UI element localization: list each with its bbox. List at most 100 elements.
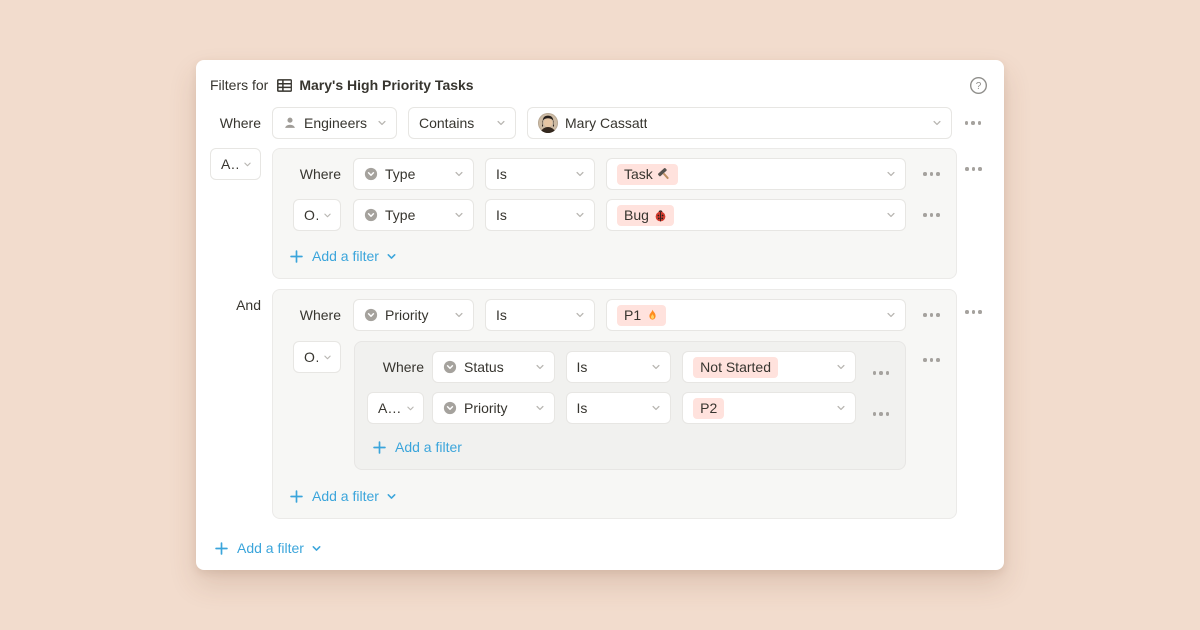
value-tag: Bug [617, 205, 674, 226]
row-connector-dropdown-or[interactable]: Or [293, 199, 341, 231]
filter-row-p1: Where Priority Is [285, 299, 944, 331]
row-connector-dropdown-and[interactable]: And [367, 392, 424, 424]
filter-row-not-started: Where Status Is [367, 351, 893, 383]
value-dropdown-p2[interactable]: P2 [682, 392, 855, 424]
plus-icon [372, 440, 387, 455]
chevron-down-icon [446, 210, 464, 220]
select-property-icon [443, 401, 457, 415]
chevron-down-icon [369, 118, 387, 128]
header-prefix: Filters for [210, 77, 268, 93]
chevron-down-icon [924, 118, 942, 128]
page-background: Filters for Mary's High Priority Tasks ?… [0, 0, 1200, 630]
chevron-down-icon [878, 210, 896, 220]
filter-group-priority: And Where Priority Is [210, 289, 990, 519]
chevron-down-icon [488, 118, 506, 128]
panel-header: Filters for Mary's High Priority Tasks ? [210, 73, 990, 97]
row-connector-dropdown-or[interactable]: Or [293, 341, 341, 373]
chevron-down-icon [878, 310, 896, 320]
group-connector-label: And [210, 289, 261, 321]
operator-dropdown-is[interactable]: Is [485, 299, 595, 331]
chevron-down-icon [828, 403, 846, 413]
hammer-icon [655, 165, 673, 183]
add-filter-button[interactable]: Add a filter [289, 246, 397, 266]
ladybug-icon [654, 209, 667, 222]
chevron-down-icon [527, 403, 545, 413]
property-dropdown-priority[interactable]: Priority [353, 299, 474, 331]
subgroup-more-options-icon[interactable] [919, 353, 944, 367]
chevron-down-icon [567, 169, 585, 179]
operator-dropdown-is[interactable]: Is [485, 158, 595, 190]
filter-group-panel: Where Type Is [272, 148, 957, 279]
row-more-options-icon[interactable] [919, 167, 944, 181]
value-tag: Task [617, 164, 678, 185]
row-more-options-icon[interactable] [919, 308, 944, 322]
property-dropdown-priority[interactable]: Priority [432, 392, 555, 424]
chevron-down-icon [828, 362, 846, 372]
filter-subgroup-row: Or Where [285, 341, 944, 470]
plus-icon [289, 489, 304, 504]
table-icon [276, 77, 293, 94]
property-dropdown-engineers[interactable]: Engineers [272, 107, 397, 139]
chevron-down-icon [527, 362, 545, 372]
chevron-down-icon [311, 543, 322, 554]
filter-group-type: And Where Type [210, 148, 990, 279]
value-tag: P1 [617, 305, 666, 326]
operator-dropdown-is[interactable]: Is [485, 199, 595, 231]
plus-icon [289, 249, 304, 264]
connector-label: Where [210, 107, 261, 139]
chevron-down-icon [567, 310, 585, 320]
value-dropdown-mary-cassatt[interactable]: Mary Cassatt [527, 107, 952, 139]
nested-filter-group-panel: Where Status Is [354, 341, 906, 470]
value-tag: P2 [693, 398, 724, 419]
value-dropdown-p1[interactable]: P1 [606, 299, 906, 331]
person-icon [283, 116, 297, 130]
chevron-down-icon [643, 362, 661, 372]
group-connector-dropdown-and[interactable]: And [210, 148, 261, 180]
filter-row-engineers: Where Engineers Contains [210, 107, 990, 139]
add-filter-button[interactable]: Add a filter [289, 486, 397, 506]
group-more-options-icon[interactable] [961, 162, 986, 176]
filter-row-p2: And Priority [367, 392, 893, 424]
help-icon[interactable]: ? [969, 76, 988, 95]
value-tag: Not Started [693, 357, 778, 378]
chevron-down-icon [446, 169, 464, 179]
chevron-down-icon [238, 160, 252, 169]
value-dropdown-task[interactable]: Task [606, 158, 906, 190]
value-dropdown-bug[interactable]: Bug [606, 199, 906, 231]
filter-group-panel: Where Priority Is [272, 289, 957, 519]
filter-row-bug: Or Type [285, 199, 944, 231]
row-more-options-icon[interactable] [919, 208, 944, 222]
chevron-down-icon [402, 404, 415, 413]
operator-dropdown-contains[interactable]: Contains [408, 107, 516, 139]
chevron-down-icon [386, 491, 397, 502]
row-more-options-icon[interactable] [961, 116, 986, 130]
mary-avatar [538, 113, 558, 133]
chevron-down-icon [318, 353, 332, 362]
select-property-icon [443, 360, 457, 374]
property-dropdown-type[interactable]: Type [353, 199, 474, 231]
chevron-down-icon [643, 403, 661, 413]
filters-panel: Filters for Mary's High Priority Tasks ?… [196, 60, 1004, 570]
select-property-icon [364, 208, 378, 222]
plus-icon [214, 541, 229, 556]
fire-icon [646, 309, 659, 322]
chevron-down-icon [878, 169, 896, 179]
value-dropdown-not-started[interactable]: Not Started [682, 351, 855, 383]
operator-dropdown-is[interactable]: Is [566, 351, 672, 383]
row-more-options-icon[interactable] [869, 407, 894, 421]
group-more-options-icon[interactable] [961, 305, 986, 319]
chevron-down-icon [318, 211, 332, 220]
select-property-icon [364, 167, 378, 181]
select-property-icon [364, 308, 378, 322]
add-filter-button[interactable]: Add a filter [214, 538, 322, 558]
add-filter-button[interactable]: Add a filter [372, 437, 462, 457]
operator-dropdown-is[interactable]: Is [566, 392, 672, 424]
property-dropdown-status[interactable]: Status [432, 351, 555, 383]
chevron-down-icon [386, 251, 397, 262]
filter-row-task: Where Type Is [285, 158, 944, 190]
chevron-down-icon [446, 310, 464, 320]
svg-text:?: ? [976, 80, 982, 91]
view-title: Mary's High Priority Tasks [299, 77, 473, 93]
row-more-options-icon[interactable] [869, 366, 894, 380]
property-dropdown-type[interactable]: Type [353, 158, 474, 190]
